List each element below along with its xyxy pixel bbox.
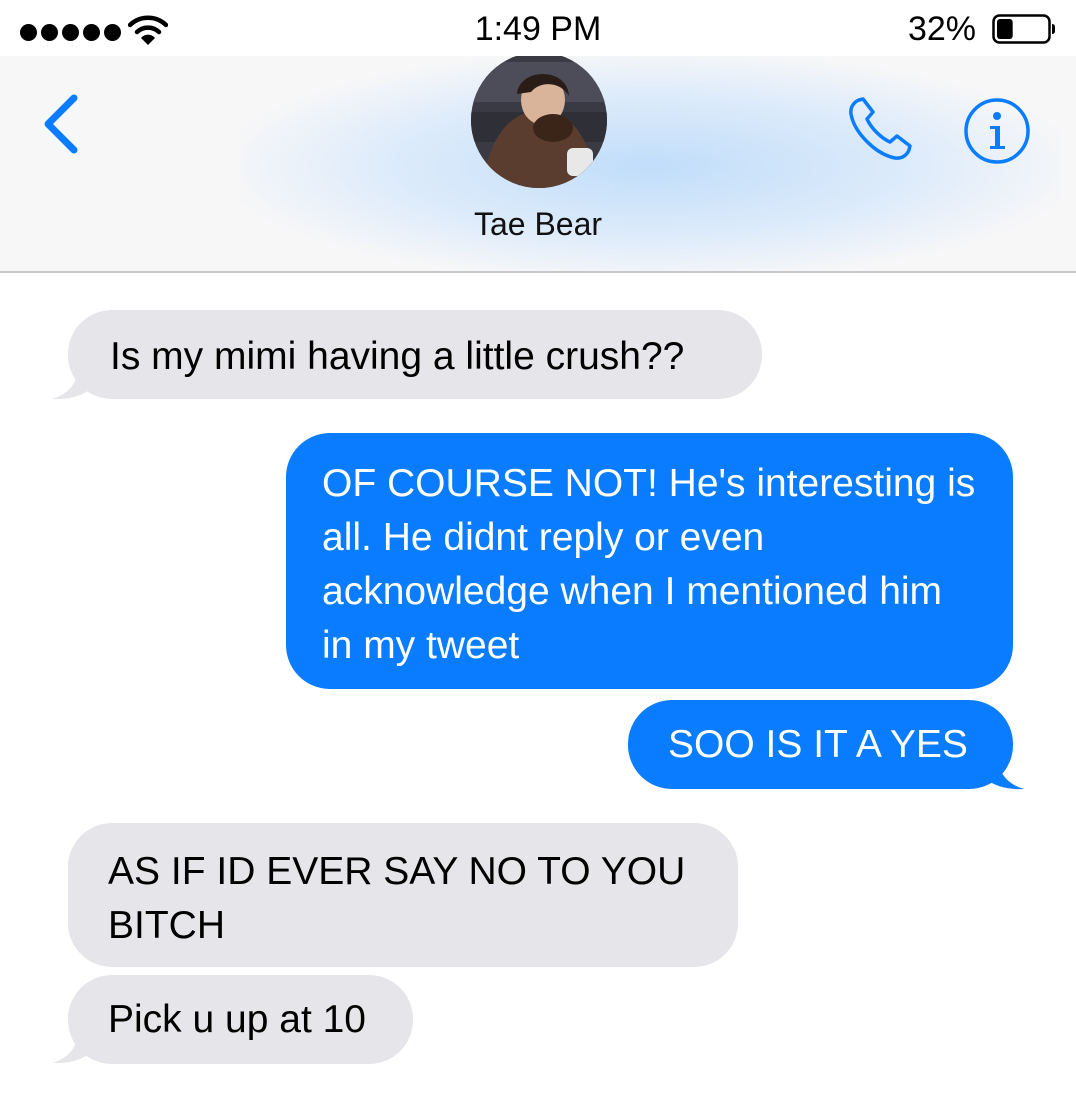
battery-icon: [992, 14, 1055, 44]
received-message-bubble[interactable]: AS IF ID EVER SAY NO TO YOU BITCH: [68, 823, 738, 967]
bubble-tail: [52, 362, 92, 400]
chevron-left-icon[interactable]: [40, 92, 84, 156]
battery-percentage: 32%: [907, 10, 976, 48]
bubble-tail: [984, 752, 1024, 790]
contact-name[interactable]: Tae Bear: [0, 206, 1076, 243]
received-message-bubble[interactable]: Pick u up at 10: [68, 975, 413, 1064]
status-bar: 1:49 PM 32%: [0, 0, 1076, 56]
received-message-bubble[interactable]: Is my mimi having a little crush??: [68, 310, 762, 399]
message-text: SOO IS IT A YES: [668, 723, 968, 766]
sent-message-bubble[interactable]: OF COURSE NOT! He's interesting is all. …: [286, 433, 1013, 689]
message-text: Pick u up at 10: [108, 998, 366, 1041]
info-icon[interactable]: [962, 96, 1032, 166]
avatar[interactable]: [471, 56, 607, 188]
phone-icon[interactable]: [845, 94, 915, 164]
sent-message-bubble[interactable]: SOO IS IT A YES: [628, 700, 1013, 789]
bubble-tail: [52, 1026, 92, 1064]
conversation-header: Tae Bear: [0, 56, 1076, 273]
message-text: Is my mimi having a little crush??: [110, 335, 685, 378]
message-text: OF COURSE NOT! He's interesting is all. …: [322, 462, 976, 667]
message-text: AS IF ID EVER SAY NO TO YOU BITCH: [108, 850, 686, 947]
